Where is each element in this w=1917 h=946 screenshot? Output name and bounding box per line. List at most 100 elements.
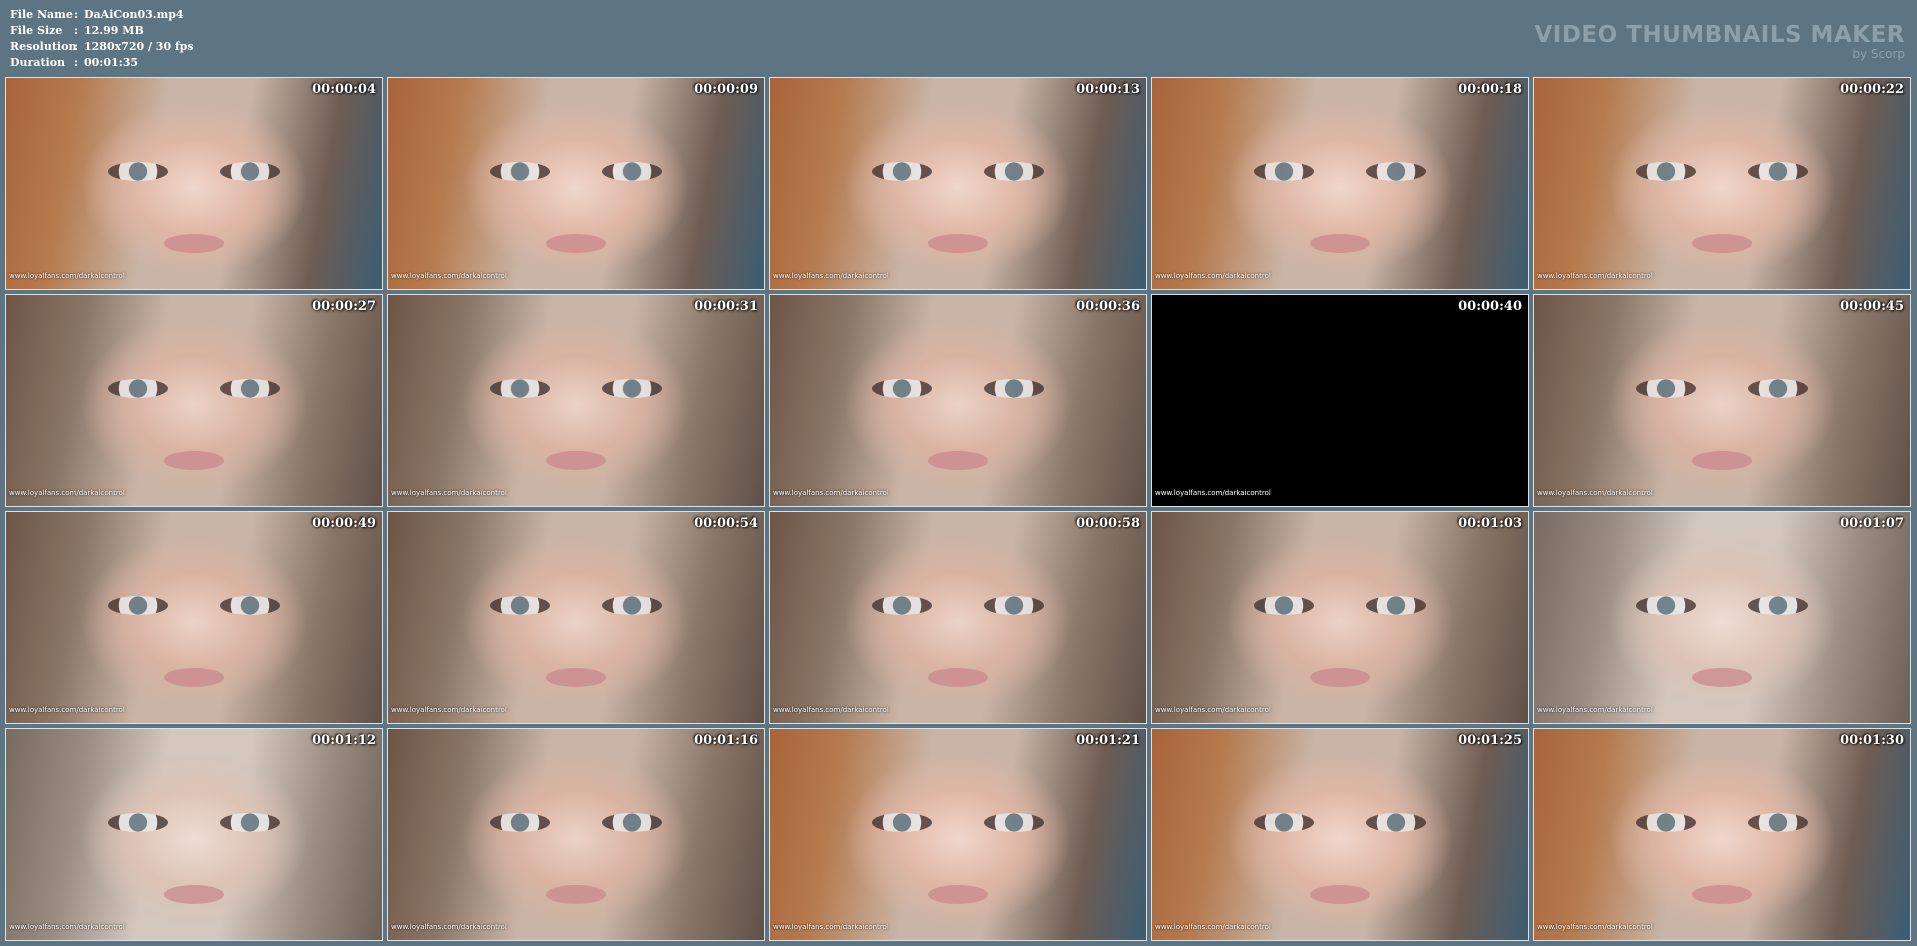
- timestamp-label: 00:01:03: [1458, 516, 1522, 531]
- face-eye-shape: [1253, 813, 1314, 833]
- face-eye-shape: [984, 813, 1045, 833]
- face-eye-shape: [220, 379, 281, 399]
- face-eye-shape: [602, 596, 663, 616]
- timestamp-label: 00:00:27: [312, 299, 376, 314]
- brand-title: VIDEO THUMBNAILS MAKER: [1534, 22, 1905, 48]
- face-lips-shape: [545, 451, 607, 471]
- thumbnail-frame[interactable]: 00:00:13 www.loyalfans.com/darkaicontrol: [769, 77, 1147, 290]
- face-lips-shape: [163, 885, 225, 905]
- timestamp-label: 00:01:07: [1840, 516, 1904, 531]
- face-lips-shape: [1691, 668, 1753, 688]
- timestamp-label: 00:00:36: [1076, 299, 1140, 314]
- timestamp-label: 00:00:13: [1076, 82, 1140, 97]
- timestamp-label: 00:00:09: [694, 82, 758, 97]
- face-eye-shape: [1253, 162, 1314, 182]
- file-size-value: 12.99 MB: [84, 24, 144, 37]
- timestamp-label: 00:00:45: [1840, 299, 1904, 314]
- thumbnail-frame[interactable]: 00:00:40 www.loyalfans.com/darkaicontrol: [1151, 294, 1529, 507]
- timestamp-label: 00:00:18: [1458, 82, 1522, 97]
- face-lips-shape: [163, 234, 225, 254]
- face-lips-shape: [545, 885, 607, 905]
- watermark-text: www.loyalfans.com/darkaicontrol: [1155, 272, 1271, 280]
- face-lips-shape: [927, 668, 989, 688]
- face-eye-shape: [1253, 596, 1314, 616]
- face-eye-shape: [1748, 379, 1809, 399]
- thumbnail-frame[interactable]: 00:00:22 www.loyalfans.com/darkaicontrol: [1533, 77, 1911, 290]
- face-eye-shape: [489, 596, 550, 616]
- face-lips-shape: [545, 668, 607, 688]
- file-name-row: File Name : DaAiCon03.mp4: [10, 7, 194, 23]
- timestamp-label: 00:01:30: [1840, 733, 1904, 748]
- watermark-text: www.loyalfans.com/darkaicontrol: [773, 706, 889, 714]
- duration-label: Duration: [10, 56, 66, 69]
- face-lips-shape: [927, 451, 989, 471]
- brand-logo: VIDEO THUMBNAILS MAKER by Scorp: [1534, 22, 1905, 60]
- separator: :: [74, 56, 79, 69]
- thumbnail-frame[interactable]: 00:00:58 www.loyalfans.com/darkaicontrol: [769, 511, 1147, 724]
- face-lips-shape: [1691, 451, 1753, 471]
- thumbnail-frame[interactable]: 00:00:31 www.loyalfans.com/darkaicontrol: [387, 294, 765, 507]
- face-eye-shape: [1635, 379, 1696, 399]
- timestamp-label: 00:00:04: [312, 82, 376, 97]
- watermark-text: www.loyalfans.com/darkaicontrol: [9, 489, 125, 497]
- thumbnail-frame[interactable]: 00:00:49 www.loyalfans.com/darkaicontrol: [5, 511, 383, 724]
- watermark-text: www.loyalfans.com/darkaicontrol: [9, 272, 125, 280]
- face-eye-shape: [871, 379, 932, 399]
- face-eye-shape: [871, 162, 932, 182]
- face-eye-shape: [1635, 162, 1696, 182]
- timestamp-label: 00:00:58: [1076, 516, 1140, 531]
- face-eye-shape: [1366, 596, 1427, 616]
- watermark-text: www.loyalfans.com/darkaicontrol: [391, 923, 507, 931]
- separator: :: [74, 40, 79, 53]
- face-eye-shape: [1635, 813, 1696, 833]
- face-eye-shape: [1748, 813, 1809, 833]
- face-lips-shape: [1309, 234, 1371, 254]
- watermark-text: www.loyalfans.com/darkaicontrol: [773, 923, 889, 931]
- separator: :: [74, 24, 79, 37]
- watermark-text: www.loyalfans.com/darkaicontrol: [1155, 923, 1271, 931]
- watermark-text: www.loyalfans.com/darkaicontrol: [391, 489, 507, 497]
- thumbnail-frame[interactable]: 00:01:03 www.loyalfans.com/darkaicontrol: [1151, 511, 1529, 724]
- face-lips-shape: [163, 668, 225, 688]
- face-eye-shape: [220, 162, 281, 182]
- thumbnail-frame[interactable]: 00:01:07 www.loyalfans.com/darkaicontrol: [1533, 511, 1911, 724]
- thumbnail-frame[interactable]: 00:01:21 www.loyalfans.com/darkaicontrol: [769, 728, 1147, 941]
- watermark-text: www.loyalfans.com/darkaicontrol: [1537, 489, 1653, 497]
- watermark-text: www.loyalfans.com/darkaicontrol: [1537, 923, 1653, 931]
- face-eye-shape: [1366, 162, 1427, 182]
- timestamp-label: 00:01:12: [312, 733, 376, 748]
- thumbnail-frame[interactable]: 00:00:18 www.loyalfans.com/darkaicontrol: [1151, 77, 1529, 290]
- thumbnail-frame[interactable]: 00:01:16 www.loyalfans.com/darkaicontrol: [387, 728, 765, 941]
- thumbnail-frame[interactable]: 00:00:09 www.loyalfans.com/darkaicontrol: [387, 77, 765, 290]
- face-eye-shape: [602, 813, 663, 833]
- face-eye-shape: [1748, 596, 1809, 616]
- thumbnail-frame[interactable]: 00:00:45 www.loyalfans.com/darkaicontrol: [1533, 294, 1911, 507]
- thumbnail-frame[interactable]: 00:00:04 www.loyalfans.com/darkaicontrol: [5, 77, 383, 290]
- face-eye-shape: [984, 162, 1045, 182]
- face-eye-shape: [107, 379, 168, 399]
- thumbnail-frame[interactable]: 00:01:25 www.loyalfans.com/darkaicontrol: [1151, 728, 1529, 941]
- face-lips-shape: [1691, 234, 1753, 254]
- face-eye-shape: [984, 379, 1045, 399]
- timestamp-label: 00:00:49: [312, 516, 376, 531]
- thumbnail-frame[interactable]: 00:00:54 www.loyalfans.com/darkaicontrol: [387, 511, 765, 724]
- face-eye-shape: [984, 596, 1045, 616]
- duration-value: 00:01:35: [84, 56, 139, 69]
- watermark-text: www.loyalfans.com/darkaicontrol: [773, 272, 889, 280]
- face-lips-shape: [927, 885, 989, 905]
- thumbnail-frame[interactable]: 00:01:12 www.loyalfans.com/darkaicontrol: [5, 728, 383, 941]
- face-lips-shape: [1309, 668, 1371, 688]
- thumbnail-frame[interactable]: 00:01:30 www.loyalfans.com/darkaicontrol: [1533, 728, 1911, 941]
- face-lips-shape: [1691, 885, 1753, 905]
- face-eye-shape: [1748, 162, 1809, 182]
- timestamp-label: 00:00:22: [1840, 82, 1904, 97]
- face-eye-shape: [489, 379, 550, 399]
- file-size-label: File Size: [10, 24, 63, 37]
- watermark-text: www.loyalfans.com/darkaicontrol: [1537, 272, 1653, 280]
- file-name-label: File Name: [10, 8, 73, 21]
- file-info-panel: File Name : DaAiCon03.mp4 File Size : 12…: [10, 7, 194, 71]
- resolution-label: Resolution: [10, 40, 77, 53]
- duration-row: Duration : 00:01:35: [10, 55, 194, 71]
- thumbnail-frame[interactable]: 00:00:36 www.loyalfans.com/darkaicontrol: [769, 294, 1147, 507]
- thumbnail-frame[interactable]: 00:00:27 www.loyalfans.com/darkaicontrol: [5, 294, 383, 507]
